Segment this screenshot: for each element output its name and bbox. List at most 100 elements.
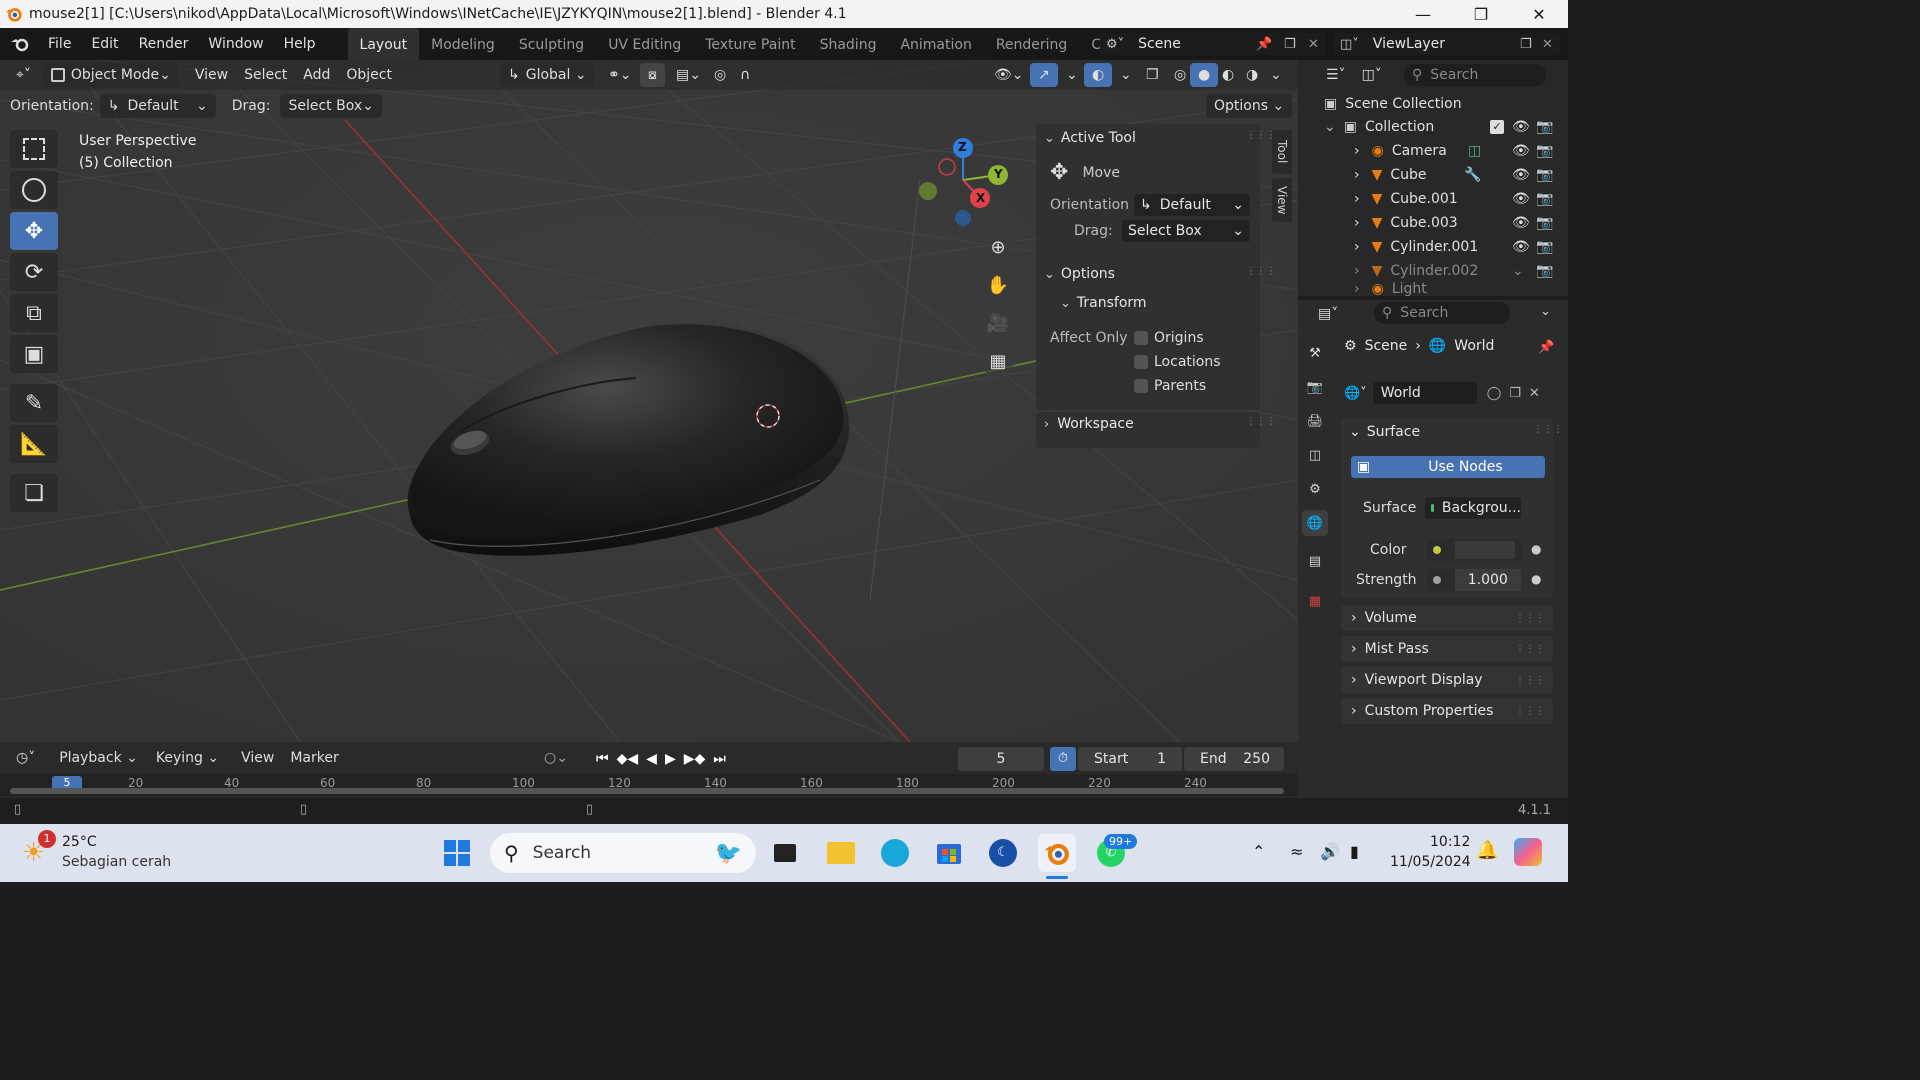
falloff-icon[interactable]: ∩ [732, 63, 758, 87]
notification-bell-icon[interactable]: 🔔 [1476, 840, 1498, 861]
app-moon-icon[interactable]: ☾ [984, 834, 1022, 872]
tab-uv-editing[interactable]: UV Editing [596, 28, 693, 60]
weather-widget[interactable]: ☀ 1 [22, 830, 56, 868]
volume-icon[interactable]: 🔊 [1320, 842, 1340, 861]
strength-value[interactable]: 1.000 [1454, 569, 1521, 591]
3d-viewport[interactable]: Z Y X ⌖˅ Object Mode ⌄ View Select Add Ob… [0, 60, 1298, 742]
menu-keying[interactable]: Keying ⌄ [147, 746, 228, 770]
surface-shader-field[interactable]: Backgrou... [1425, 497, 1521, 519]
tab-sculpting[interactable]: Sculpting [507, 28, 596, 60]
duplicate-icon[interactable]: ❐ [1509, 386, 1521, 401]
overlays-dropdown-icon[interactable]: ⌄ [1112, 63, 1140, 87]
close-button[interactable]: ✕ [1510, 0, 1568, 28]
properties-editor-icon[interactable]: ▤˅ [1310, 302, 1346, 326]
menu-timeline-view[interactable]: View [233, 746, 282, 770]
outliner-item-cube-001[interactable]: › ▼ Cube.001 👁 📷 [1298, 187, 1568, 211]
overlays-toggle-icon[interactable]: ◐ [1084, 63, 1113, 87]
checkbox-icon[interactable]: ✓ [1490, 120, 1504, 134]
auto-keying-icon[interactable]: ○⌄ [536, 746, 576, 770]
task-view-icon[interactable] [766, 834, 804, 872]
options-header[interactable]: ⌄ Options [1044, 266, 1115, 282]
taskbar-search-box[interactable]: ⚲ Search 🐦 [490, 833, 756, 873]
outliner-search-input[interactable]: ⚲ Search [1404, 64, 1546, 86]
camera-view-icon[interactable]: 🎥 [982, 308, 1014, 340]
drag-handle-icon[interactable]: ⋮⋮⋮ [1515, 675, 1545, 686]
scale-tool[interactable]: ⧉ [10, 294, 58, 332]
new-viewlayer-icon[interactable]: ❐ [1520, 37, 1532, 52]
use-nodes-button[interactable]: ▣ Use Nodes [1351, 456, 1545, 478]
select-box-tool[interactable] [10, 130, 58, 168]
strength-field[interactable]: 1.000 [1427, 569, 1521, 591]
viewlayer-selector[interactable]: ◫˅ ViewLayer ❐ ✕ [1334, 33, 1560, 55]
rotate-tool[interactable]: ⟳ [10, 253, 58, 291]
tab-shading[interactable]: Shading [808, 28, 889, 60]
keyframe-dot-icon[interactable]: ● [1531, 542, 1541, 556]
world-tab-icon[interactable]: 🌐 [1302, 510, 1328, 536]
outliner-item-cube[interactable]: › ▼ Cube 🔧 👁 📷 [1298, 163, 1568, 187]
surface-header[interactable]: ⌄ Surface [1349, 424, 1420, 440]
tab-view[interactable]: View [1272, 178, 1292, 222]
current-frame-field[interactable]: 5 [958, 747, 1044, 771]
menu-help[interactable]: Help [274, 28, 326, 60]
menu-playback[interactable]: Playback ⌄ [51, 746, 146, 770]
new-scene-icon[interactable]: ❐ [1284, 37, 1296, 52]
transform-header[interactable]: ⌄ Transform [1060, 295, 1147, 311]
pivot-point-icon[interactable]: ⚭⌄ [600, 63, 639, 87]
shading-dropdown-icon[interactable]: ⌄ [1262, 63, 1290, 87]
eye-icon[interactable]: 👁 [1512, 119, 1530, 135]
color-swatch[interactable] [1455, 541, 1515, 559]
play-icon[interactable]: ▶ [661, 751, 680, 767]
active-tool-header[interactable]: ⌄ Active Tool [1044, 130, 1136, 146]
color-field[interactable] [1427, 539, 1521, 561]
timeline-scrollbar[interactable] [10, 788, 1284, 794]
menu-render[interactable]: Render [129, 28, 199, 60]
render-tab-icon[interactable]: 📷 [1302, 374, 1328, 400]
move-tool[interactable]: ✥ [10, 212, 58, 250]
camera-render-icon[interactable]: 📷 [1536, 263, 1553, 279]
menu-window[interactable]: Window [198, 28, 273, 60]
outliner-item-cylinder-002[interactable]: › ▼ Cylinder.002 ⌄ 📷 [1298, 259, 1568, 283]
chevron-down-icon[interactable]: ⌄ [1540, 304, 1551, 319]
drag-handle-icon[interactable]: ⋮⋮⋮ [1533, 424, 1563, 435]
custom-properties-panel[interactable]: › Custom Properties ⋮⋮⋮ [1341, 698, 1553, 724]
tab-tool[interactable]: Tool [1272, 130, 1292, 174]
origins-checkbox[interactable]: Origins [1134, 330, 1204, 346]
gizmo-dropdown-icon[interactable]: ⌄ [1058, 63, 1086, 87]
end-frame-field[interactable]: End 250 [1184, 747, 1284, 771]
prev-keyframe-icon[interactable]: ◆◀ [613, 751, 643, 767]
menu-select[interactable]: Select [236, 63, 295, 87]
minimize-button[interactable]: — [1394, 0, 1452, 28]
np-drag-dropdown[interactable]: Select Box ⌄ [1122, 220, 1250, 242]
output-tab-icon[interactable]: 🖨 [1302, 408, 1328, 434]
tab-texture-paint[interactable]: Texture Paint [693, 28, 807, 60]
drag-dropdown[interactable]: Select Box ⌄ [280, 94, 382, 118]
battery-icon[interactable]: ▮ [1350, 842, 1359, 861]
transform-tool[interactable]: ▣ [10, 335, 58, 373]
outliner-item-cube-003[interactable]: › ▼ Cube.003 👁 📷 [1298, 211, 1568, 235]
show-hidden-icons-icon[interactable]: ⌃ [1252, 842, 1265, 861]
file-explorer-icon[interactable] [822, 834, 860, 872]
tab-animation[interactable]: Animation [888, 28, 983, 60]
menu-add[interactable]: Add [295, 63, 338, 87]
volume-panel[interactable]: › Volume ⋮⋮⋮ [1341, 605, 1553, 631]
copilot-icon[interactable] [1514, 838, 1542, 866]
eye-icon[interactable]: 👁 [1512, 239, 1530, 255]
eye-icon[interactable]: 👁 [1512, 167, 1530, 183]
fake-user-shield-icon[interactable]: ◯ [1487, 386, 1502, 401]
camera-render-icon[interactable]: 📷 [1536, 119, 1553, 135]
timeline-track[interactable]: 20 40 60 80 100 120 140 160 180 200 220 … [0, 774, 1298, 796]
eye-icon[interactable]: 👁 [1512, 143, 1530, 159]
blender-taskbar-icon[interactable] [1038, 834, 1076, 872]
outliner-editor-icon[interactable]: ☰˅ [1318, 63, 1354, 87]
visibility-icon[interactable]: 👁⌄ [986, 63, 1032, 87]
texture-tab-icon[interactable]: ▦ [1302, 588, 1328, 614]
mist-pass-panel[interactable]: › Mist Pass ⋮⋮⋮ [1341, 636, 1553, 662]
blender-menu-icon[interactable] [10, 34, 30, 54]
eye-icon[interactable]: 👁 [1512, 191, 1530, 207]
menu-view[interactable]: View [187, 63, 236, 87]
jump-start-icon[interactable]: ⏮ [592, 751, 613, 767]
editor-type-icon[interactable]: ⌖˅ [8, 63, 39, 87]
view-layer-tab-icon[interactable]: ◫ [1302, 442, 1328, 468]
eye-closed-icon[interactable]: ⌄ [1512, 263, 1524, 279]
pin-icon[interactable]: 📌 [1538, 340, 1554, 355]
